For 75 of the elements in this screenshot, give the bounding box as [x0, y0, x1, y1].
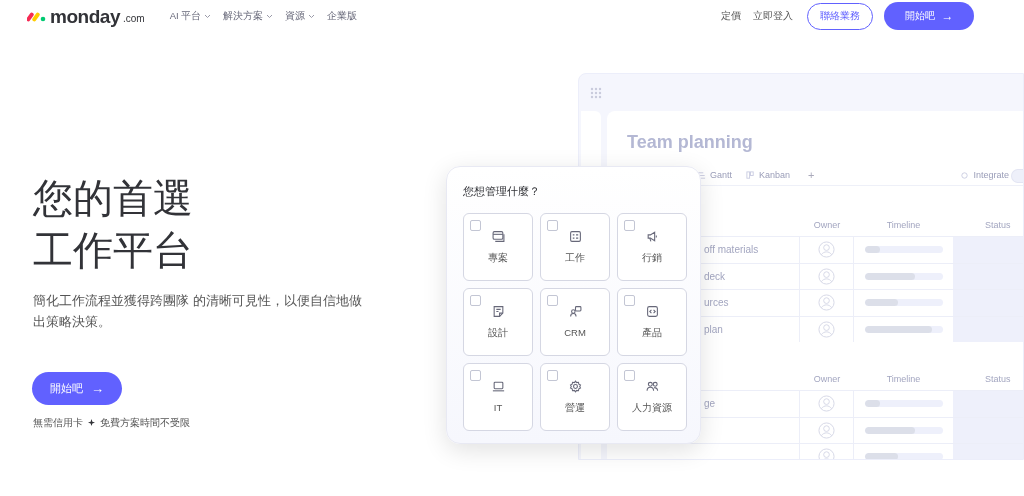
note-text: 無需信用卡 [33, 416, 83, 430]
task-list-icon [568, 229, 582, 243]
column-header: Timeline [886, 220, 921, 231]
avatar-icon [818, 421, 835, 439]
checkbox[interactable] [624, 369, 635, 381]
option-label: 專案 [488, 250, 508, 265]
checkbox[interactable] [547, 219, 558, 231]
stacked-windows-icon [491, 229, 505, 243]
nav-menu-item[interactable]: AI 平台 [169, 8, 212, 24]
task-name: plan [704, 322, 723, 337]
option-label: IT [493, 400, 503, 415]
nav-link[interactable]: 定價 [721, 8, 741, 24]
logo-icon [27, 10, 47, 22]
checkbox[interactable] [547, 294, 558, 306]
option-tile[interactable]: 工作 [540, 212, 610, 281]
option-tile[interactable]: 人力資源 [617, 362, 687, 431]
logo-suffix: .com [123, 14, 145, 24]
column-header: Timeline [886, 374, 921, 385]
option-tile[interactable]: 產品 [617, 287, 687, 356]
megaphone-icon [645, 229, 659, 243]
checkbox[interactable] [470, 294, 481, 306]
get-started-button[interactable]: 開始吧 → [884, 2, 974, 30]
sparkle-icon [88, 419, 95, 426]
kanban-icon [746, 171, 755, 180]
task-name: off materials [704, 243, 759, 258]
task-name: ge [704, 397, 716, 412]
avatar-icon [818, 241, 835, 259]
avatar-icon [818, 267, 835, 285]
hero-heading-line: 您的首選 [33, 175, 193, 222]
avatar-icon [818, 294, 835, 312]
code-icon [645, 304, 659, 318]
hero-heading-line: 工作平台 [33, 227, 193, 274]
laptop-icon [491, 379, 505, 393]
task-name: urces [704, 296, 729, 311]
option-tile[interactable]: 營運 [540, 362, 610, 431]
option-label: 產品 [642, 325, 662, 340]
option-tile[interactable]: CRM [540, 287, 610, 356]
nav-menu-item[interactable]: 企業版 [327, 8, 358, 24]
option-label: 行銷 [642, 250, 662, 265]
option-tile[interactable]: IT [463, 362, 533, 431]
column-header: Owner [813, 220, 841, 231]
option-tile[interactable]: 專案 [463, 212, 533, 281]
avatar-icon [818, 395, 835, 413]
nav-menu-item[interactable]: 資源 [285, 8, 316, 24]
option-label: 設計 [488, 325, 508, 340]
note-text: 免費方案時間不受限 [100, 416, 190, 430]
nav-link[interactable]: 立即登入 [753, 8, 793, 24]
checkbox[interactable] [624, 294, 635, 306]
option-label: 營運 [565, 400, 585, 415]
checkbox[interactable] [470, 219, 481, 231]
option-tile[interactable]: 設計 [463, 287, 533, 356]
gear-icon [568, 379, 582, 393]
get-started-button[interactable]: 開始吧 → [32, 372, 122, 405]
picker-title: 您想管理什麼？ [463, 184, 541, 199]
column-header: Status [985, 374, 1011, 385]
people-icon [645, 379, 659, 393]
checkbox[interactable] [470, 369, 481, 381]
checkbox[interactable] [547, 369, 558, 381]
apps-grid-icon [590, 86, 602, 99]
task-name: deck [704, 269, 726, 284]
board-title: Team planning [627, 131, 754, 154]
people-chat-icon [568, 304, 582, 318]
option-tile[interactable]: 行銷 [617, 212, 687, 281]
option-label: 人力資源 [632, 400, 672, 415]
note-icon [491, 304, 505, 318]
option-label: 工作 [565, 250, 585, 265]
column-header: Owner [813, 374, 841, 385]
contact-sales-button[interactable]: 聯絡業務 [807, 2, 873, 30]
nav-menu-item[interactable]: 解決方案 [223, 8, 274, 24]
logo-text[interactable]: monday [50, 6, 120, 26]
avatar-icon [818, 320, 835, 338]
hero-description: 簡化工作流程並獲得跨團隊 的清晰可見性，以便自信地做出策略決策。 [33, 292, 363, 331]
column-header: Status [985, 220, 1011, 231]
checkbox[interactable] [624, 219, 635, 231]
option-label: CRM [564, 325, 586, 340]
